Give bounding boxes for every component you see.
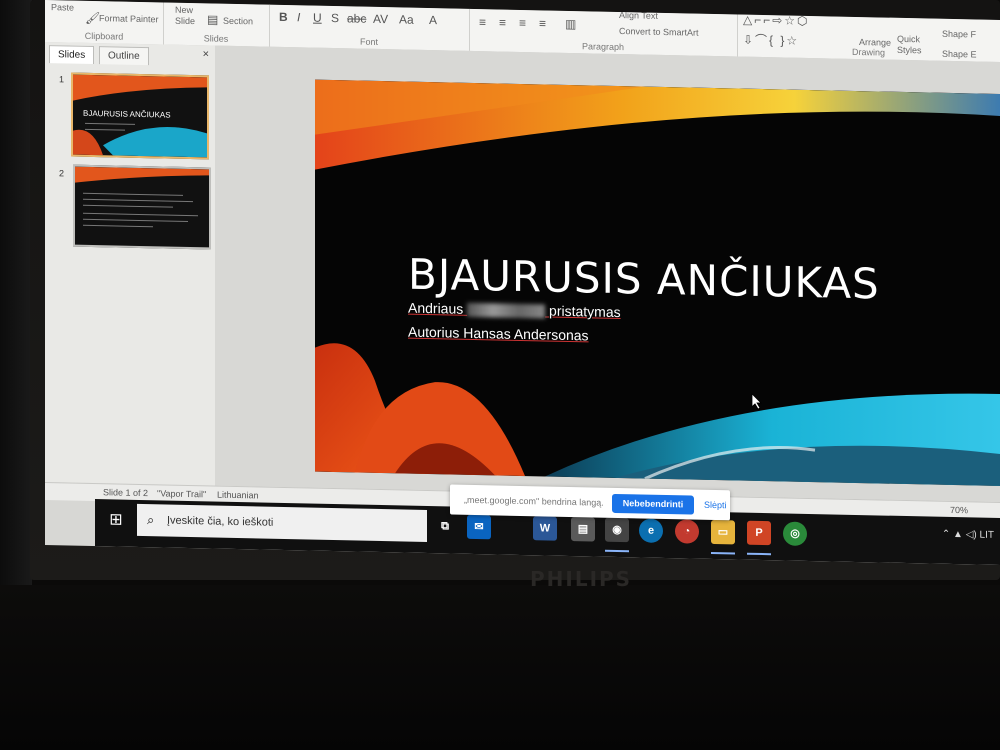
mail-icon[interactable]: ✉ [467, 514, 491, 540]
subtitle-prefix: Andriaus [408, 299, 464, 317]
search-icon: ⌕ [147, 512, 155, 528]
slide-thumbnail-1[interactable]: BJAURUSIS ANČIUKAS [71, 72, 209, 160]
align-left-icon[interactable]: ≡ [479, 15, 486, 29]
search-placeholder: Įveskite čia, ko ieškoti [167, 514, 274, 529]
theme-name: "Vapor Trail" [157, 488, 207, 500]
zoom-level[interactable]: 70% [950, 505, 968, 515]
tab-outline[interactable]: Outline [99, 46, 149, 66]
powerpoint-icon[interactable]: P [747, 520, 771, 546]
share-message: „meet.google.com" bendrina langą. [464, 494, 604, 508]
slides-group: New Slide ▤ Section Slides [163, 2, 270, 47]
paragraph-group: ≡ ≡ ≡ ≡ ▥ Align Text Convert to SmartArt… [469, 8, 738, 57]
arrange-button[interactable]: Arrange [859, 37, 891, 48]
slide-title[interactable]: BJAURUSIS ANČIUKAS [408, 250, 880, 309]
slides-group-label: Slides [203, 33, 229, 44]
shapes-gallery-icon[interactable]: △⌐⌐⇨☆⬡ [743, 13, 810, 28]
align-right-icon[interactable]: ≡ [519, 16, 526, 30]
slide-thumb-number: 2 [59, 168, 65, 179]
underline-icon[interactable]: U [313, 11, 322, 25]
word-icon[interactable]: W [533, 516, 557, 541]
font-group: B I U S abc AV Aa A Font [269, 4, 470, 51]
format-painter-icon: 🖌 [85, 10, 101, 26]
slide-count: Slide 1 of 2 [103, 487, 149, 499]
font-color-icon[interactable]: A [429, 13, 437, 27]
edge-icon[interactable]: e [639, 518, 663, 543]
volume-icon[interactable]: ◁) [966, 529, 977, 540]
slide-editor-area: BJAURUSIS ANČIUKAS Andriaus pristatymas … [215, 45, 1000, 503]
bold-icon[interactable]: B [279, 10, 288, 24]
screen-share-bar: „meet.google.com" bendrina langą. Nebebe… [450, 484, 730, 521]
slide-thumbnail-2[interactable] [73, 164, 211, 250]
redacted-name [467, 303, 546, 319]
drawing-group: △⌐⌐⇨☆⬡ ⇩⌒{ }☆ Arrange Quick Styles Shape… [737, 13, 1000, 62]
section-icon: ▤ [207, 12, 219, 27]
paste-button[interactable]: Paste [51, 2, 74, 12]
align-center-icon[interactable]: ≡ [499, 16, 506, 30]
screen: Paste 🖌 Format Painter Clipboard New Sli… [45, 0, 1000, 566]
strikethrough-icon[interactable]: abc [347, 11, 366, 25]
char-spacing-icon[interactable]: AV [373, 12, 388, 26]
taskbar-search[interactable]: ⌕ Įveskite čia, ko ieškoti [137, 503, 427, 543]
clipboard-group-label: Clipboard [84, 30, 124, 42]
subtitle-suffix: pristatymas [549, 302, 621, 321]
explorer-active-indicator [711, 551, 735, 555]
current-slide[interactable]: BJAURUSIS ANČIUKAS Andriaus pristatymas … [315, 79, 1000, 487]
format-painter-button[interactable]: Format Painter [99, 13, 159, 24]
system-tray: ⌃ ▲ ◁) LIT [942, 529, 994, 541]
powerpoint-active-indicator [747, 552, 771, 556]
shape-fill-button[interactable]: Shape F [942, 29, 976, 40]
convert-smartart-button[interactable]: Convert to SmartArt [619, 26, 699, 38]
slides-panel: Slides Outline × 1 BJAURUSIS ANČIUKAS 2 [45, 42, 216, 486]
chrome-icon[interactable]: ◉ [605, 517, 629, 543]
stop-sharing-button[interactable]: Nebebendrinti [612, 493, 694, 515]
tab-slides[interactable]: Slides [49, 45, 95, 65]
panel-tabs: Slides Outline [49, 45, 211, 66]
slide-thumb-number: 1 [59, 74, 65, 85]
chrome-profile-icon[interactable]: ◎ [783, 521, 807, 546]
justify-icon[interactable]: ≡ [539, 16, 546, 30]
thumb-1-title: BJAURUSIS ANČIUKAS [83, 108, 171, 120]
desk-area [0, 585, 1000, 750]
task-view-icon[interactable]: ⧉ [433, 514, 457, 539]
chrome-active-indicator [605, 549, 629, 553]
close-icon[interactable]: × [203, 48, 209, 60]
app-icon[interactable]: ◔ [675, 519, 699, 544]
language[interactable]: Lithuanian [217, 490, 259, 501]
new-slide-button[interactable]: New Slide [175, 5, 195, 27]
language-indicator[interactable]: LIT [980, 530, 994, 541]
monitor-brand-logo: PHILIPS [530, 567, 633, 591]
change-case-icon[interactable]: Aa [399, 12, 414, 26]
tray-up-icon[interactable]: ⌃ [942, 529, 950, 540]
italic-icon[interactable]: I [297, 10, 300, 24]
clipboard-group: Paste 🖌 Format Painter Clipboard [45, 0, 164, 45]
notepad-icon[interactable]: ▤ [571, 517, 595, 542]
file-explorer-icon[interactable]: ▭ [711, 519, 735, 545]
section-button[interactable]: Section [223, 16, 253, 27]
shadow-icon[interactable]: S [331, 11, 339, 25]
hide-share-bar-button[interactable]: Slėpti [704, 500, 727, 510]
network-icon[interactable]: ▲ [953, 529, 963, 540]
windows-start-icon[interactable]: ⊞ [103, 507, 129, 534]
columns-icon[interactable]: ▥ [565, 17, 576, 31]
